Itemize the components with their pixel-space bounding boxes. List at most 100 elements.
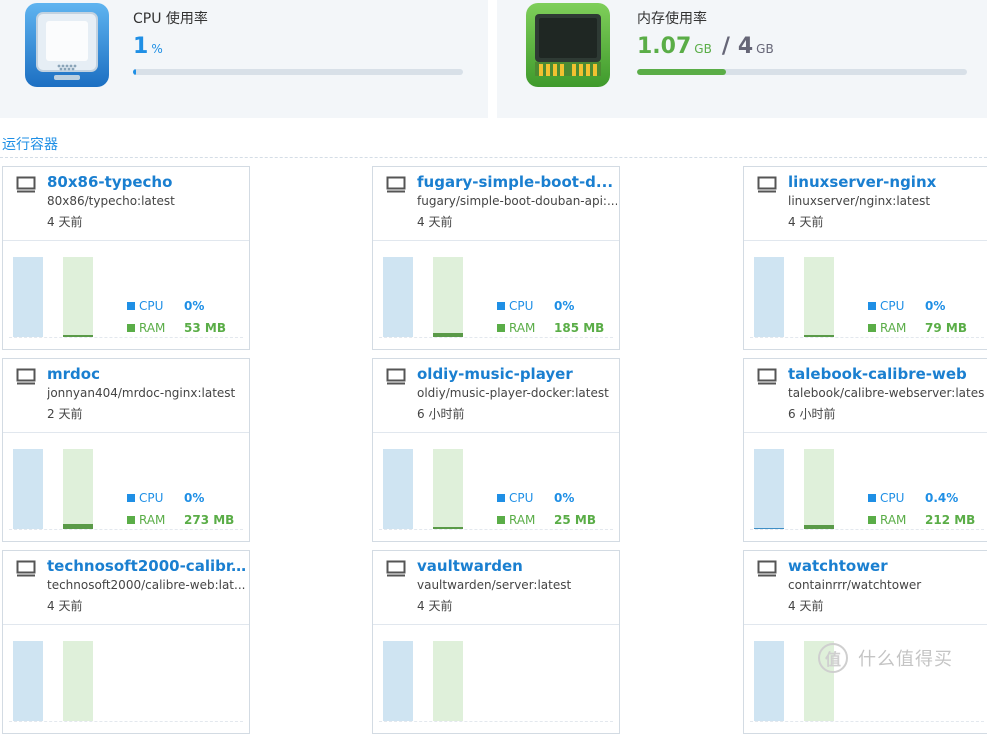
container-card[interactable]: vaultwarden vaultwarden/server:latest 4 … [372,550,620,734]
container-card-header: linuxserver-nginx linuxserver/nginx:late… [744,167,987,241]
running-containers-title: 运行容器 [2,137,58,153]
monitor-icon [16,368,36,385]
ram-legend: RAM 79 MB [868,321,967,335]
monitor-icon [757,560,777,577]
ram-legend-label: RAM [139,321,166,335]
container-card[interactable]: linuxserver-nginx linuxserver/nginx:late… [743,166,987,350]
ram-usage-value: 212 MB [925,513,976,527]
container-started: 4 天前 [788,599,824,613]
container-usage-chart: CPU 0% RAM 79 MB [744,241,987,349]
section-divider [0,157,987,158]
chart-baseline [9,337,243,338]
container-started: 4 天前 [417,215,453,229]
container-card-header: talebook-calibre-web talebook/calibre-we… [744,359,987,433]
cpu-legend: CPU 0% [868,299,945,313]
memory-used-number: 1.07 [637,34,692,59]
container-card[interactable]: oldiy-music-player oldiy/music-player-do… [372,358,620,542]
chart-baseline [750,529,984,530]
container-name[interactable]: fugary-simple-boot-d... [417,173,617,191]
ram-legend: RAM 53 MB [127,321,226,335]
container-card-header: 80x86-typecho 80x86/typecho:latest 4 天前 [3,167,249,241]
cpu-usage-value: 0% [184,491,205,505]
container-usage-chart: CPU 0% RAM 53 MB [3,241,249,349]
monitor-icon [757,368,777,385]
container-name[interactable]: 80x86-typecho [47,173,247,191]
cpu-legend-label: CPU [139,491,164,505]
chart-baseline [379,529,613,530]
container-card[interactable]: mrdoc jonnyan404/mrdoc-nginx:latest 2 天前… [2,358,250,542]
memory-usage-bar [637,69,967,75]
container-usage-chart: CPU RAM [3,625,249,733]
cpu-usage-bar-fill [133,69,137,75]
watermark: 值 什么值得买 [818,641,953,675]
ram-legend-swatch [127,515,135,524]
cpu-legend-label: CPU [509,299,534,313]
container-name[interactable]: oldiy-music-player [417,365,617,383]
ram-legend-label: RAM [509,321,536,335]
container-card[interactable]: fugary-simple-boot-d... fugary/simple-bo… [372,166,620,350]
cpu-legend-swatch [868,493,876,502]
container-card-header: oldiy-music-player oldiy/music-player-do… [373,359,619,433]
container-card-header: watchtower containrrr/watchtower 4 天前 [744,551,987,625]
cpu-usage-widget: CPU 使用率 1% [0,0,488,118]
container-name[interactable]: technosoft2000-calibr... [47,557,247,575]
ram-legend: RAM 212 MB [868,513,975,527]
container-name[interactable]: linuxserver-nginx [788,173,987,191]
chart-baseline [750,337,984,338]
memory-usage-value: 1.07 GB/4 GB [637,34,774,59]
ram-usage-column [63,257,93,337]
monitor-icon [386,176,406,193]
cpu-usage-column [754,257,784,337]
ram-usage-column [433,641,463,721]
cpu-legend-swatch [497,493,505,502]
container-card[interactable]: technosoft2000-calibr... technosoft2000/… [2,550,250,734]
ram-usage-column [433,257,463,337]
cpu-legend-swatch [127,493,135,502]
ram-legend-swatch [868,515,876,524]
chart-baseline [9,721,243,722]
cpu-usage-column [13,449,43,529]
cpu-legend: CPU 0% [497,491,574,505]
cpu-legend-label: CPU [139,299,164,313]
container-name[interactable]: vaultwarden [417,557,617,575]
ram-legend-label: RAM [880,321,907,335]
container-usage-chart: CPU 0% RAM 185 MB [373,241,619,349]
container-started: 6 小时前 [788,407,836,421]
container-image: jonnyan404/mrdoc-nginx:latest [47,386,236,400]
ram-usage-value: 273 MB [184,513,235,527]
container-card-header: technosoft2000-calibr... technosoft2000/… [3,551,249,625]
monitor-icon [757,176,777,193]
cpu-legend-swatch [497,301,505,310]
cpu-usage-value: 0% [554,299,575,313]
container-card-header: vaultwarden vaultwarden/server:latest 4 … [373,551,619,625]
chart-baseline [379,337,613,338]
cpu-usage-unit: % [151,42,163,56]
ram-legend-label: RAM [139,513,166,527]
ram-legend-swatch [497,515,505,524]
memory-total-number: 4 [737,34,754,59]
container-usage-chart: CPU RAM [373,625,619,733]
cpu-usage-value: 0.4% [925,491,959,505]
cpu-usage-value: 1% [133,34,163,59]
container-name[interactable]: watchtower [788,557,987,575]
container-name[interactable]: talebook-calibre-web [788,365,987,383]
ram-legend-swatch [868,323,876,332]
container-started: 4 天前 [47,215,83,229]
memory-total-unit: GB [756,42,774,56]
cpu-usage-value: 0% [925,299,946,313]
cpu-usage-title: CPU 使用率 [133,11,208,27]
cpu-usage-number: 1 [133,34,149,59]
ram-usage-column [804,257,834,337]
monitor-icon [16,176,36,193]
cpu-usage-value: 0% [554,491,575,505]
cpu-usage-column [754,449,784,529]
container-usage-chart: CPU 0.4% RAM 212 MB [744,433,987,541]
memory-module-icon [526,3,610,87]
container-name[interactable]: mrdoc [47,365,247,383]
chart-baseline [9,529,243,530]
cpu-usage-column [13,641,43,721]
cpu-legend: CPU 0% [497,299,574,313]
container-card[interactable]: talebook-calibre-web talebook/calibre-we… [743,358,987,542]
monitor-icon [386,560,406,577]
container-card[interactable]: 80x86-typecho 80x86/typecho:latest 4 天前 … [2,166,250,350]
